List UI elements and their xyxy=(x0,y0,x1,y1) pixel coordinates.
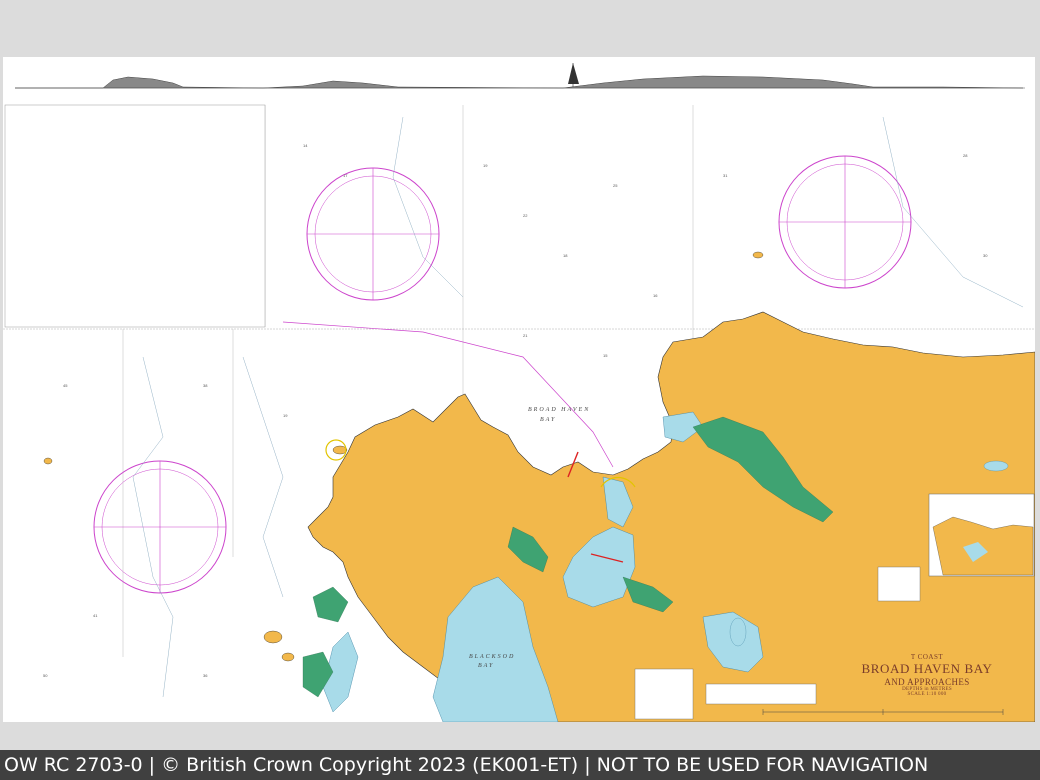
chart-title-block: T COAST BROAD HAVEN BAY AND APPROACHES D… xyxy=(827,653,1027,697)
svg-text:22: 22 xyxy=(523,213,528,218)
place-broad-haven-bay: BAY xyxy=(540,417,557,423)
place-broad-haven: BROAD HAVEN xyxy=(528,407,591,413)
svg-text:15: 15 xyxy=(603,353,608,358)
compass-rose-icon xyxy=(778,155,912,289)
svg-text:25: 25 xyxy=(613,183,618,188)
place-blacksod: BLACKSOD xyxy=(469,654,516,660)
svg-text:18: 18 xyxy=(563,253,568,258)
compass-rose-icon xyxy=(306,167,440,301)
title-cartouche-blank xyxy=(877,566,921,602)
svg-text:14: 14 xyxy=(303,143,308,148)
svg-text:17: 17 xyxy=(343,173,348,178)
svg-text:50: 50 xyxy=(43,673,48,678)
svg-text:36: 36 xyxy=(203,673,208,678)
svg-text:45: 45 xyxy=(63,383,68,388)
chart-subtitle: AND APPROACHES xyxy=(884,677,970,687)
svg-text:21: 21 xyxy=(523,333,528,338)
svg-text:19: 19 xyxy=(483,163,488,168)
svg-text:28: 28 xyxy=(963,153,968,158)
svg-text:31: 31 xyxy=(723,173,728,178)
svg-text:38: 38 xyxy=(203,383,208,388)
chart-title: BROAD HAVEN BAY xyxy=(861,661,993,676)
inset-blank-area xyxy=(4,104,266,328)
svg-text:41: 41 xyxy=(93,613,98,618)
svg-text:19: 19 xyxy=(283,413,288,418)
inset-map xyxy=(928,493,1035,577)
chart-title-prefix: T COAST xyxy=(910,653,944,661)
svg-text:30: 30 xyxy=(983,253,988,258)
coastal-view-strip xyxy=(13,57,1025,97)
copyright-footer: OW RC 2703-0 | © British Crown Copyright… xyxy=(0,750,1040,780)
chart-scale-note: SCALE 1:10 000 xyxy=(907,692,947,697)
chart-graphic: 14 17 19 22 18 25 16 31 28 30 45 38 41 36 19 21 15 5… xyxy=(3,57,1035,722)
nautical-chart[interactable]: 14 17 19 22 18 25 16 31 28 30 45 38 41 36 19 21 15 5… xyxy=(3,57,1035,722)
place-blacksod-bay: BAY xyxy=(478,663,495,669)
svg-text:16: 16 xyxy=(653,293,658,298)
chart-viewer: 14 17 19 22 18 25 16 31 28 30 45 38 41 36 19 21 15 5… xyxy=(0,0,1040,780)
compass-rose-icon xyxy=(93,460,227,594)
